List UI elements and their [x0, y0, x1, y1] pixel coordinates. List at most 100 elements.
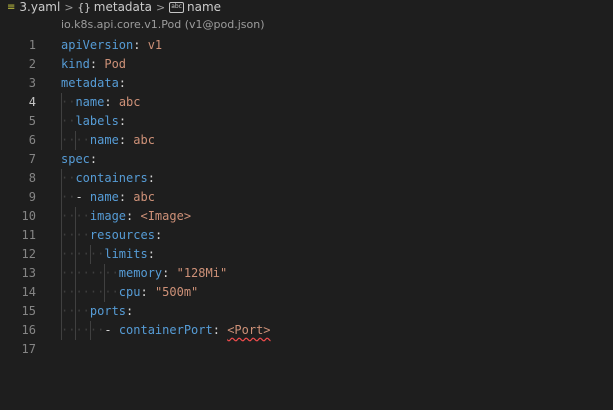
indent-whitespace: ········ [61, 266, 119, 280]
yaml-key: labels [75, 114, 119, 128]
yaml-separator: : [147, 171, 155, 185]
line-code: ········memory: "128Mi" [61, 264, 227, 283]
indent-whitespace: ·· [61, 171, 76, 185]
line-number: 15 [21, 304, 36, 318]
breadcrumb-object-name: metadata [93, 0, 152, 14]
line-code: ··labels: [61, 112, 126, 131]
indent-guide [89, 321, 91, 340]
yaml-key: resources [89, 228, 155, 242]
line-code: ········cpu: "500m" [61, 283, 198, 302]
indent-guide [61, 93, 62, 150]
indent-guide [75, 131, 77, 150]
line-number: 9 [28, 190, 36, 204]
breadcrumb-property[interactable]: abc name [169, 0, 221, 15]
yaml-key: containers [75, 171, 148, 185]
breadcrumb-file[interactable]: ≡ 3.yaml [0, 0, 60, 15]
code-line[interactable]: 13 ········memory: "128Mi" [0, 264, 613, 283]
yaml-separator: : [118, 190, 134, 204]
breadcrumb: ≡ 3.yaml > {} metadata > abc name [0, 0, 613, 15]
code-line[interactable]: 16 ······- containerPort: <Port> [0, 321, 613, 340]
yaml-separator: : [133, 38, 148, 52]
line-number: 11 [21, 228, 36, 242]
yaml-key: spec [61, 152, 90, 166]
yaml-separator: : [147, 247, 155, 261]
yaml-value: Pod [104, 57, 127, 71]
line-number: 4 [28, 95, 36, 109]
list-dash: - [104, 323, 119, 337]
yaml-separator: : [118, 114, 127, 128]
line-number: 1 [28, 38, 36, 52]
code-line[interactable]: 12 ······limits: [0, 245, 613, 264]
code-line[interactable]: 2 kind: Pod [0, 55, 613, 74]
yaml-file-icon: ≡ [7, 2, 15, 13]
indent-whitespace: ········ [61, 285, 119, 299]
chevron-right-icon: > [155, 1, 166, 14]
line-number: 7 [28, 152, 36, 166]
yaml-key: image [89, 209, 127, 223]
yaml-key: cpu [118, 285, 141, 299]
line-number: 2 [28, 57, 36, 71]
line-code: apiVersion: v1 [61, 36, 162, 55]
breadcrumb-property-name: name [186, 0, 222, 14]
line-number: 6 [28, 133, 36, 147]
code-line[interactable]: 6····name: abc [0, 131, 613, 150]
yaml-separator: : [154, 228, 163, 242]
code-line[interactable]: 11····resources: [0, 226, 613, 245]
line-number: 3 [28, 76, 36, 90]
yaml-value: abc [118, 95, 141, 109]
indent-guide [75, 207, 77, 340]
indent-guide [89, 245, 91, 264]
yaml-value: v1 [147, 38, 163, 52]
string-icon: abc [169, 2, 184, 13]
yaml-key: limits [104, 247, 148, 261]
code-line[interactable]: 7 spec: [0, 150, 613, 169]
line-code: ····ports: [61, 302, 133, 321]
line-number: 14 [21, 285, 36, 299]
line-code: ····image: <Image> [61, 207, 191, 226]
line-number: 5 [28, 114, 36, 128]
yaml-value: abc [133, 133, 155, 147]
code-line[interactable]: 4 ··name: abc [0, 93, 613, 112]
yaml-key: name [75, 95, 105, 109]
line-code: ······- containerPort: <Port> [61, 321, 271, 340]
line-code: ··containers: [61, 169, 155, 188]
code-line[interactable]: 14 ········cpu: "500m" [0, 283, 613, 302]
code-line[interactable]: 17 [0, 340, 613, 359]
indent-guide [61, 169, 62, 340]
line-code: metadata: [61, 74, 126, 93]
breadcrumb-object[interactable]: {} metadata [78, 0, 152, 15]
yaml-key: name [89, 190, 119, 204]
yaml-separator: : [126, 209, 141, 223]
yaml-separator: : [212, 323, 228, 337]
line-number: 8 [28, 171, 36, 185]
yaml-value: "128Mi" [176, 266, 228, 280]
line-code: ··- name: abc [61, 188, 155, 207]
indent-whitespace: ······ [61, 247, 105, 261]
yaml-key: containerPort [118, 323, 213, 337]
yaml-value: <Image> [140, 209, 192, 223]
chevron-right-icon: > [64, 1, 74, 14]
line-number: 10 [21, 209, 36, 223]
code-line[interactable]: 10 ····image: <Image> [0, 207, 613, 226]
line-number: 12 [21, 247, 36, 261]
code-line[interactable]: 5 ··labels: [0, 112, 613, 131]
yaml-value: "500m" [154, 285, 199, 299]
line-code: ··name: abc [61, 93, 141, 112]
code-line[interactable]: 8 ··containers: [0, 169, 613, 188]
yaml-value: abc [133, 190, 155, 204]
yaml-separator: : [118, 76, 127, 90]
breadcrumb-file-name: 3.yaml [19, 0, 61, 14]
code-line[interactable]: 1 apiVersion: v1 [0, 36, 613, 55]
line-number: 17 [21, 342, 36, 356]
yaml-separator: : [104, 95, 119, 109]
code-line[interactable]: 9 ··- name: abc [0, 188, 613, 207]
schema-codelens[interactable]: io.k8s.api.core.v1.Pod (v1@pod.json) [61, 18, 265, 31]
code-line[interactable]: 15 ····ports: [0, 302, 613, 321]
line-code: kind: Pod [61, 55, 126, 74]
yaml-separator: : [140, 285, 155, 299]
yaml-key: apiVersion [61, 38, 134, 52]
yaml-key: kind [61, 57, 90, 71]
code-editor[interactable]: 1 apiVersion: v1 2 kind: Pod 3 metadata: 4 ··na… [0, 36, 613, 359]
indent-whitespace: ······ [61, 323, 105, 337]
code-line[interactable]: 3 metadata: [0, 74, 613, 93]
